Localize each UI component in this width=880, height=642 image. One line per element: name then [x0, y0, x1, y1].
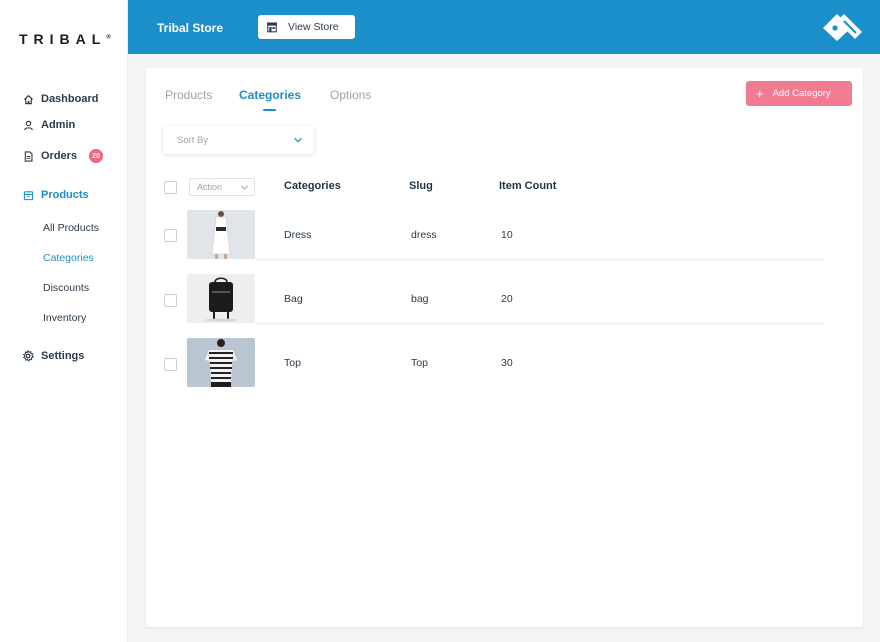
sidebar-item-label: Admin	[41, 119, 76, 131]
column-header-slug[interactable]: Slug	[409, 180, 433, 192]
home-icon	[22, 93, 34, 105]
sidebar-item-products[interactable]: Products	[22, 189, 89, 201]
orders-count-badge: 20	[89, 149, 104, 163]
sidebar: TRIBAL® Dashboard Admin Orders 20 Produc…	[0, 0, 128, 642]
sidebar-subitem-discounts[interactable]: Discounts	[43, 282, 89, 294]
action-label: Action	[197, 182, 223, 192]
logo-registered-mark: ®	[106, 34, 111, 41]
sidebar-item-label: Settings	[41, 350, 85, 362]
view-store-label: View Store	[288, 21, 339, 33]
row-divider	[256, 258, 824, 261]
select-all-checkbox[interactable]	[164, 181, 177, 194]
category-name: Top	[284, 357, 301, 369]
sort-by-label: Sort By	[177, 134, 209, 146]
active-tab-indicator	[263, 109, 276, 111]
category-slug: bag	[411, 293, 429, 305]
sidebar-item-admin[interactable]: Admin	[22, 119, 75, 131]
sidebar-subitem-all-products[interactable]: All Products	[43, 222, 99, 234]
column-header-categories[interactable]: Categories	[284, 180, 341, 192]
tab-options[interactable]: Options	[330, 88, 371, 102]
category-item-count: 30	[501, 357, 513, 369]
sidebar-item-label: Orders	[41, 150, 78, 162]
sidebar-item-label: Dashboard	[41, 93, 99, 105]
categories-panel: Products Categories Options + Add Catego…	[146, 68, 863, 627]
gear-icon	[22, 350, 34, 362]
add-category-button[interactable]: + Add Category	[746, 81, 852, 106]
view-store-button[interactable]: View Store	[258, 15, 355, 39]
category-slug: Top	[411, 357, 428, 369]
chevron-down-icon	[294, 137, 302, 143]
plus-icon: +	[756, 86, 764, 101]
category-item-count: 10	[501, 229, 513, 241]
row-checkbox[interactable]	[164, 294, 177, 307]
tab-categories[interactable]: Categories	[239, 88, 301, 102]
category-item-count: 20	[501, 293, 513, 305]
add-category-label: Add Category	[772, 88, 831, 99]
sidebar-item-dashboard[interactable]: Dashboard	[22, 93, 98, 105]
sort-by-select[interactable]: Sort By	[163, 126, 314, 154]
top-bar: Tribal Store View Store	[128, 0, 880, 54]
logo-text: TRIBAL	[19, 31, 107, 47]
sidebar-item-settings[interactable]: Settings	[22, 350, 84, 362]
category-thumbnail-dress	[187, 210, 255, 259]
column-header-item-count[interactable]: Item Count	[499, 180, 556, 192]
category-name: Bag	[284, 293, 303, 305]
row-divider	[256, 322, 824, 325]
document-icon	[22, 150, 34, 162]
storefront-icon	[266, 21, 278, 33]
sidebar-item-orders[interactable]: Orders 20	[22, 149, 104, 163]
category-slug: dress	[411, 229, 437, 241]
category-name: Dress	[284, 229, 312, 241]
sidebar-item-label: Products	[41, 189, 89, 201]
row-checkbox[interactable]	[164, 229, 177, 242]
box-icon	[22, 189, 34, 201]
category-thumbnail-top	[187, 338, 255, 387]
user-icon	[22, 119, 34, 131]
sidebar-subitem-inventory[interactable]: Inventory	[43, 312, 86, 324]
tab-products[interactable]: Products	[165, 88, 212, 102]
category-thumbnail-bag	[187, 274, 255, 323]
brand-mark-icon[interactable]	[822, 12, 864, 42]
row-checkbox[interactable]	[164, 358, 177, 371]
bulk-action-select[interactable]: Action	[189, 178, 255, 196]
store-title: Tribal Store	[157, 21, 224, 35]
sidebar-subitem-categories[interactable]: Categories	[43, 252, 94, 264]
chevron-down-icon	[240, 185, 249, 190]
brand-logo[interactable]: TRIBAL®	[19, 31, 111, 47]
